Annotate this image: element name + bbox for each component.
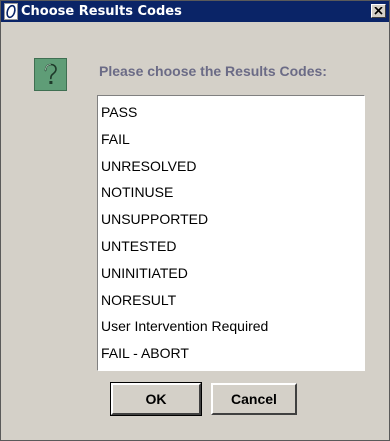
dialog-title: Choose Results Codes (21, 4, 182, 19)
help-icon (34, 58, 67, 91)
list-item[interactable]: User Intervention Required (98, 313, 364, 340)
title-bar[interactable]: Choose Results Codes (1, 1, 389, 22)
ok-button[interactable]: OK (110, 382, 202, 416)
choose-results-codes-dialog: Choose Results Codes Please choose the R… (0, 0, 390, 441)
prompt-label: Please choose the Results Codes: (99, 63, 327, 79)
list-item[interactable]: UNSUPPORTED (98, 206, 364, 233)
close-icon (374, 7, 383, 15)
list-item[interactable]: UNTESTED (98, 233, 364, 260)
list-item[interactable]: NORESULT (98, 287, 364, 314)
app-logo-icon (4, 3, 18, 20)
cancel-button[interactable]: Cancel (211, 383, 297, 415)
list-item[interactable]: UNRESOLVED (98, 153, 364, 180)
results-codes-list[interactable]: PASS FAIL UNRESOLVED NOTINUSE UNSUPPORTE… (97, 95, 365, 371)
list-item[interactable]: UNINITIATED (98, 260, 364, 287)
list-item[interactable]: FAIL (98, 126, 364, 153)
close-button[interactable] (371, 4, 386, 18)
list-item[interactable]: PASS (98, 99, 364, 126)
list-item[interactable]: FAIL - ABORT (98, 340, 364, 367)
list-item[interactable]: NOTINUSE (98, 179, 364, 206)
